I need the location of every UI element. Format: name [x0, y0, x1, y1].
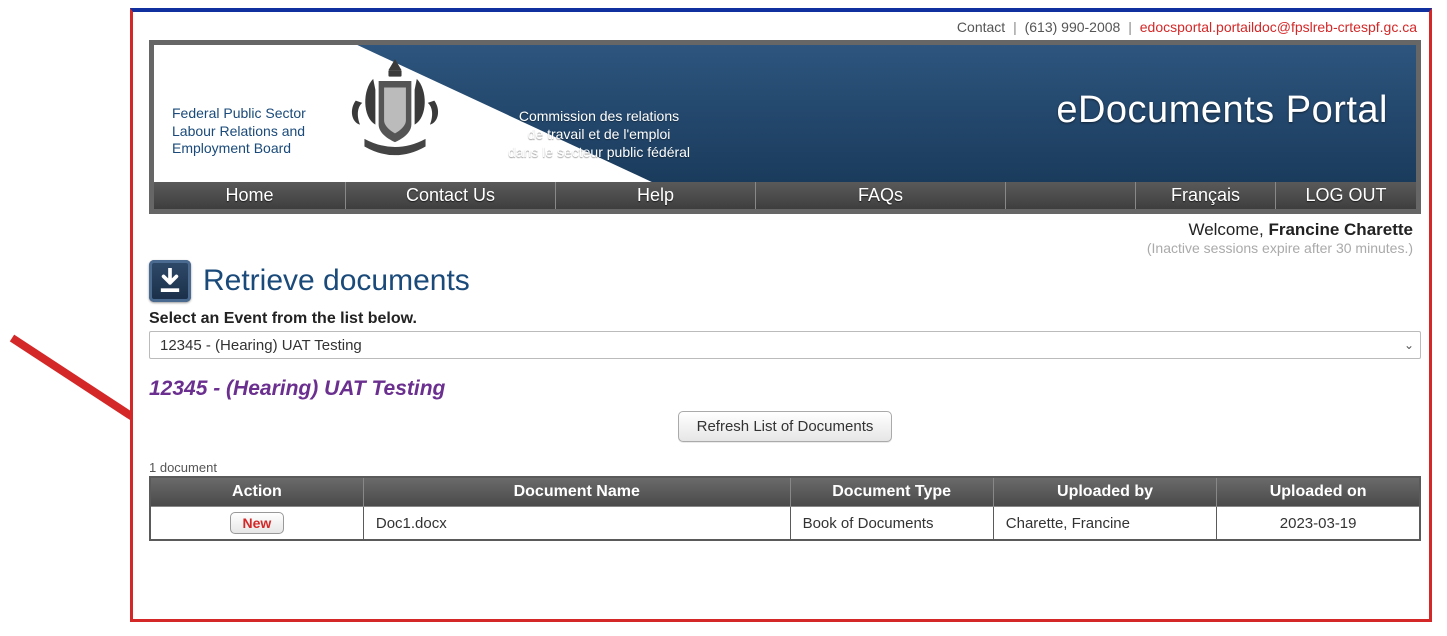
documents-table: Action Document Name Document Type Uploa…: [149, 476, 1421, 541]
col-document-type: Document Type: [790, 477, 993, 507]
nav-contact-us[interactable]: Contact Us: [346, 182, 556, 209]
col-uploaded-on: Uploaded on: [1217, 477, 1420, 507]
col-action: Action: [150, 477, 363, 507]
nav-language[interactable]: Français: [1136, 182, 1276, 209]
main-nav: Home Contact Us Help FAQs Français LOG O…: [149, 182, 1421, 214]
cell-document-type: Book of Documents: [790, 507, 993, 541]
table-row: New Doc1.docx Book of Documents Charette…: [150, 507, 1420, 541]
col-document-name: Document Name: [363, 477, 790, 507]
nav-spacer: [1006, 182, 1136, 209]
org-name: Federal Public Sector Labour Relations a…: [172, 105, 322, 158]
commission-line: Commission des relations: [519, 108, 679, 124]
download-icon: [149, 260, 191, 302]
table-header-row: Action Document Name Document Type Uploa…: [150, 477, 1420, 507]
refresh-documents-button[interactable]: Refresh List of Documents: [678, 411, 893, 442]
session-expiry-note: (Inactive sessions expire after 30 minut…: [149, 240, 1413, 256]
contact-label: Contact: [957, 19, 1005, 35]
nav-faqs[interactable]: FAQs: [756, 182, 1006, 209]
commission-line: de travail et de l'emploi: [528, 126, 671, 142]
contact-phone: (613) 990-2008: [1025, 19, 1121, 35]
portal-title: eDocuments Portal: [1056, 89, 1388, 132]
nav-help[interactable]: Help: [556, 182, 756, 209]
welcome-prefix: Welcome,: [1188, 220, 1268, 239]
event-select[interactable]: 12345 - (Hearing) UAT Testing ⌄: [149, 331, 1421, 359]
event-select-label: Select an Event from the list below.: [149, 310, 1421, 328]
nav-home[interactable]: Home: [154, 182, 346, 209]
org-line: Employment Board: [172, 140, 291, 156]
page-heading: Retrieve documents: [149, 260, 1421, 302]
separator: |: [1013, 19, 1017, 35]
contact-bar: Contact | (613) 990-2008 | edocsportal.p…: [149, 18, 1421, 40]
cell-document-name: Doc1.docx: [363, 507, 790, 541]
cell-uploaded-on: 2023-03-19: [1217, 507, 1420, 541]
commission-line: dans le secteur public fédéral: [508, 144, 690, 160]
col-uploaded-by: Uploaded by: [993, 477, 1217, 507]
org-line: Federal Public Sector: [172, 105, 306, 121]
cell-uploaded-by: Charette, Francine: [993, 507, 1217, 541]
org-line: Labour Relations and: [172, 123, 305, 139]
banner: Federal Public Sector Labour Relations a…: [149, 40, 1421, 182]
commission-name: Commission des relations de travail et d…: [469, 107, 729, 162]
chevron-down-icon: ⌄: [1404, 338, 1414, 352]
cell-action: New: [150, 507, 363, 541]
refresh-wrap: Refresh List of Documents: [149, 411, 1421, 442]
selected-event-title: 12345 - (Hearing) UAT Testing: [149, 377, 1421, 401]
page-title: Retrieve documents: [203, 264, 470, 298]
event-select-value: 12345 - (Hearing) UAT Testing: [160, 337, 362, 354]
welcome-user-name: Francine Charette: [1268, 220, 1413, 239]
app-window: Contact | (613) 990-2008 | edocsportal.p…: [130, 8, 1432, 622]
page-root: Contact | (613) 990-2008 | edocsportal.p…: [0, 0, 1447, 636]
contact-email-link[interactable]: edocsportal.portaildoc@fpslreb-crtespf.g…: [1140, 19, 1417, 35]
separator: |: [1128, 19, 1132, 35]
nav-logout[interactable]: LOG OUT: [1276, 182, 1416, 209]
document-count: 1 document: [149, 460, 1421, 475]
new-document-button[interactable]: New: [230, 512, 285, 534]
welcome-message: Welcome, Francine Charette: [149, 220, 1413, 240]
coat-of-arms-icon: [337, 57, 453, 177]
welcome-block: Welcome, Francine Charette (Inactive ses…: [149, 220, 1421, 256]
